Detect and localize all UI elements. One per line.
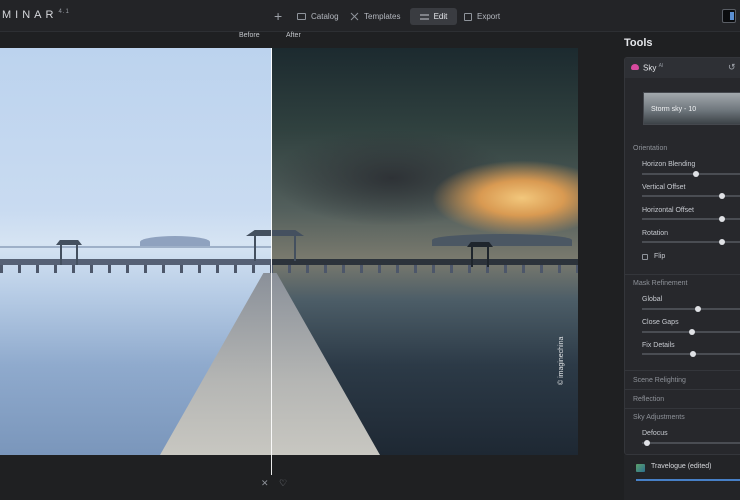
horizon-blending-slider[interactable] [642,171,740,177]
reset-icon[interactable]: ↺ [728,62,736,73]
export-icon [464,12,472,21]
sky-preset-thumbnail[interactable]: Storm sky - 10 [643,92,740,125]
catalog-tab[interactable]: Catalog [297,8,339,25]
sliders-icon [419,14,429,19]
section-divider [625,408,740,409]
horizon-before [0,246,272,248]
vertical-offset-slider[interactable] [642,193,740,199]
flip-label: Flip [654,253,666,260]
horizon-blending-label: Horizon Blending [642,161,696,168]
top-bar: MINAR4.1 + Catalog Templates Edit Export [0,0,740,32]
defocus-slider[interactable] [642,440,740,446]
slider-knob[interactable] [643,440,650,446]
section-divider [625,274,740,275]
folder-icon [297,13,306,20]
pavilion-center [246,230,304,261]
orientation-title: Orientation [633,145,668,152]
sky-tool-name: Sky AI [643,63,664,73]
compare-divider[interactable] [271,48,272,475]
edit-label: Edit [433,12,448,21]
cloud-icon [631,64,639,70]
before-label: Before [239,32,260,39]
edit-tab[interactable]: Edit [410,8,457,25]
slider-knob[interactable] [695,306,701,312]
app-logo: MINAR4.1 [2,9,70,21]
global-slider[interactable] [642,306,740,312]
mask-refinement-title: Mask Refinement [633,280,688,287]
luminar-window: MINAR4.1 + Catalog Templates Edit Export… [0,0,740,500]
slider-knob[interactable] [719,216,726,222]
defocus-label: Defocus [642,430,668,437]
preset-bar[interactable]: Travelogue (edited) [624,455,740,500]
pavilion-left [56,240,82,268]
logo-version: 4.1 [58,9,70,16]
reject-icon[interactable]: ✕ [261,478,269,489]
photo-watermark: © imaginechina [558,336,565,385]
panel-toggle-icon[interactable] [722,9,736,23]
templates-tab[interactable]: Templates [350,8,400,25]
global-label: Global [642,296,663,303]
templates-icon [350,12,359,21]
after-label: After [286,32,301,39]
preset-indicator [636,479,740,481]
sky-preset-name: Storm sky - 10 [651,106,697,113]
horizontal-offset-label: Horizontal Offset [642,207,695,214]
slider-knob[interactable] [719,239,726,245]
preset-name: Travelogue (edited) [651,463,712,470]
preset-thumbnail-icon [636,464,645,472]
section-divider [625,370,740,371]
horizontal-offset-slider[interactable] [642,216,740,222]
sky-tool-header[interactable]: Sky AI ↺ [625,58,740,78]
plus-icon: + [274,7,283,24]
flip-checkbox[interactable] [642,254,648,260]
photo-canvas[interactable] [0,48,578,455]
add-button[interactable]: + [274,7,282,24]
catalog-label: Catalog [311,12,339,21]
scene-relighting-section[interactable]: Scene Relighting [633,377,686,384]
tools-title: Tools [624,37,653,49]
favorite-icon[interactable]: ♡ [279,478,287,489]
export-tab[interactable]: Export [464,8,500,25]
rotation-slider[interactable] [642,239,740,245]
hill-after [432,234,572,246]
close-gaps-label: Close Gaps [642,319,679,326]
rotation-label: Rotation [642,230,669,237]
fix-details-slider[interactable] [642,351,740,357]
close-gaps-slider[interactable] [642,329,740,335]
sky-adjustments-section[interactable]: Sky Adjustments [633,414,685,421]
vertical-offset-label: Vertical Offset [642,184,686,191]
section-divider [625,389,740,390]
export-label: Export [477,12,501,21]
fix-details-label: Fix Details [642,342,675,349]
templates-label: Templates [364,12,401,21]
slider-knob[interactable] [719,193,726,199]
slider-knob[interactable] [688,329,695,335]
slider-knob[interactable] [690,351,697,357]
sky-tool-panel: Sky AI ↺ Storm sky - 10 Orientation Hori… [624,57,740,455]
logo-text: MINAR [2,9,58,21]
pavilion-right [467,242,493,270]
slider-knob[interactable] [693,171,700,177]
reflection-section[interactable]: Reflection [633,396,664,403]
